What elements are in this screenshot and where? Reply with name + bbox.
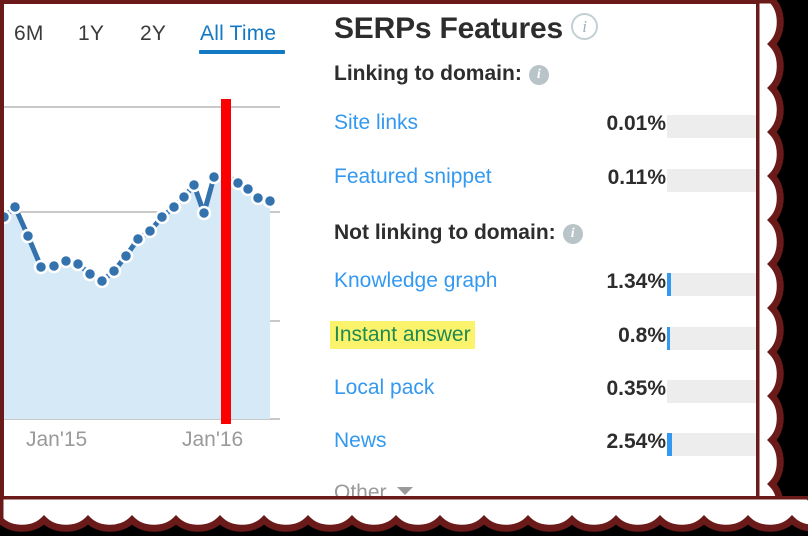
feature-group-heading-text: Not linking to domain: [334, 221, 556, 244]
x-axis-label: Jan'16 [182, 428, 244, 451]
feature-link-instant-answer[interactable]: Instant answer [330, 321, 475, 349]
feature-percent-value: 0.01% [606, 112, 666, 135]
feature-bar-fill [667, 433, 672, 456]
feature-link-knowledge-graph[interactable]: Knowledge graph [334, 269, 497, 293]
page-title-text: SERPs Features [334, 12, 563, 45]
feature-bar-track [667, 169, 756, 192]
tab-1y[interactable]: 1Y [78, 22, 104, 46]
chart-data-point [166, 199, 182, 215]
feature-percent-value: 0.35% [606, 377, 666, 400]
info-icon[interactable]: i [562, 224, 583, 244]
chart-data-point [4, 209, 12, 225]
feature-group-heading: Linking to domain: i [334, 62, 549, 86]
chart-annotation-line [221, 99, 231, 424]
chart-data-point [118, 248, 134, 264]
chart-data-point [33, 259, 49, 275]
feature-link-news[interactable]: News [334, 429, 387, 453]
frame-left [0, 0, 4, 500]
chart-data-point [94, 273, 110, 289]
chart-data-point [130, 231, 146, 247]
feature-row: Instant answer 0.8% [326, 321, 756, 355]
feature-percent-value: 1.34% [606, 270, 666, 293]
screenshot-root: 6M 1Y 2Y All Time Jan'15 Jan'16 SERPs Featur… [0, 0, 808, 536]
feature-group-heading-text: Linking to domain: [334, 62, 522, 85]
chart-data-point [142, 223, 158, 239]
organic-keywords-chart [4, 99, 280, 424]
chart-data-point [250, 190, 266, 206]
x-axis-label: Jan'15 [26, 428, 88, 451]
feature-row: Local pack 0.35% [326, 374, 756, 408]
chart-data-point [240, 181, 256, 197]
feature-row: Featured snippet 0.11% [326, 163, 756, 197]
feature-group-heading: Not linking to domain: i [334, 221, 583, 245]
frame-top [0, 0, 808, 4]
chart-data-point [82, 266, 98, 282]
chart-data-point [186, 177, 202, 193]
feature-row: Knowledge graph 1.34% [326, 267, 756, 301]
chart-data-point [7, 199, 23, 215]
feature-percent-value: 2.54% [606, 430, 666, 453]
feature-bar-track [667, 380, 756, 403]
feature-link-local-pack[interactable]: Local pack [334, 376, 434, 400]
info-icon[interactable]: i [528, 65, 549, 85]
chart-data-point [70, 256, 86, 272]
feature-bar-track [667, 115, 756, 138]
feature-row: Site links 0.01% [326, 109, 756, 143]
chart-data-point [196, 205, 212, 221]
tab-6m[interactable]: 6M [14, 22, 44, 46]
serps-features-panel: SERPs Features i Linking to domain: i Site … [326, 4, 756, 496]
feature-link-featured-snippet[interactable]: Featured snippet [334, 165, 492, 189]
time-range-tabs: 6M 1Y 2Y All Time [4, 4, 304, 60]
feature-percent-value: 0.8% [618, 324, 666, 347]
other-toggle[interactable]: Other [334, 481, 413, 496]
active-tab-underline [199, 50, 285, 54]
tab-2y[interactable]: 2Y [140, 22, 166, 46]
feature-row: News 2.54% [326, 427, 756, 461]
chart-data-point [58, 253, 74, 269]
feature-link-site-links[interactable]: Site links [334, 111, 418, 135]
page-title: SERPs Features i [334, 12, 598, 46]
chevron-down-icon [396, 487, 413, 495]
feature-bar-fill [667, 273, 671, 296]
tab-all-time[interactable]: All Time [200, 22, 276, 46]
chart-data-point [206, 169, 222, 185]
feature-bar-track [667, 327, 756, 350]
feature-bar-track [667, 273, 756, 296]
chart-x-axis: Jan'15 Jan'16 [4, 428, 280, 464]
other-label: Other [334, 481, 387, 496]
app-page: 6M 1Y 2Y All Time Jan'15 Jan'16 SERPs Featur… [4, 4, 756, 496]
chart-data-point [176, 189, 192, 205]
chart-panel: 6M 1Y 2Y All Time Jan'15 Jan'16 [4, 4, 304, 496]
feature-bar-track [667, 433, 756, 456]
chart-data-point [106, 263, 122, 279]
chart-data-point [262, 193, 278, 209]
frame-right-scallop [756, 0, 808, 536]
feature-bar-fill [667, 327, 670, 350]
info-icon[interactable]: i [570, 13, 598, 40]
chart-data-point [46, 258, 62, 274]
chart-data-point [20, 228, 36, 244]
frame-bottom-scallop [0, 496, 808, 536]
feature-percent-value: 0.11% [607, 166, 666, 189]
chart-data-point [154, 209, 170, 225]
